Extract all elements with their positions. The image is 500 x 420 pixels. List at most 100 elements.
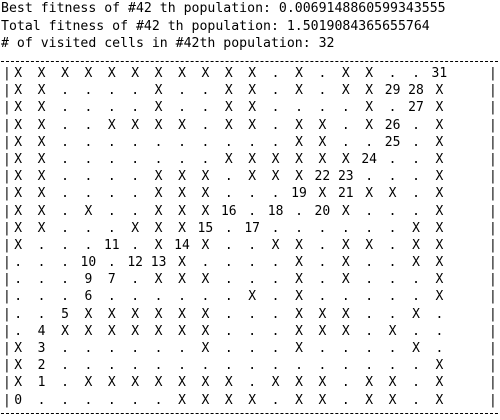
grid-cell: .	[365, 272, 374, 288]
grid-cell: .	[14, 255, 23, 271]
grid-row: | X X.... X.. X X.... X. 27 X |	[0, 99, 500, 116]
grid-cell: 1	[37, 375, 46, 391]
grid-cell: X	[107, 375, 116, 391]
grid-cell: .	[201, 289, 210, 305]
grid-cell: X	[84, 323, 93, 339]
grid-cell: .	[318, 289, 327, 305]
grid-cell: .	[84, 151, 93, 167]
grid-cell: X	[14, 66, 23, 81]
grid-cell: .	[295, 358, 303, 374]
grid-right-border: |	[489, 306, 497, 322]
grid-cell: .	[388, 151, 397, 167]
grid-cell: .	[412, 289, 420, 305]
grid-cell: 20	[314, 203, 331, 219]
grid-cell: .	[224, 272, 233, 288]
grid-cell: X	[14, 203, 23, 219]
population-grid: | X X X X X X X X X X X. X. X X.. 31 | | X X.... X.. X X. X. X X 2…	[0, 65, 500, 410]
grid-cell: X	[201, 237, 210, 253]
grid-cell: X	[435, 151, 444, 167]
grid-cell: X	[201, 66, 210, 81]
grid-cell: .	[271, 272, 280, 288]
grid-cell: X	[14, 169, 23, 185]
grid-row: | X X....... X X X X X X 24.. X |	[0, 151, 500, 168]
grid-cell: .	[61, 203, 69, 219]
grid-cell: 9	[84, 272, 93, 288]
grid-cell: X	[365, 375, 374, 391]
grid-cell: .	[84, 169, 93, 185]
grid-cell: .	[341, 358, 350, 374]
grid-cell: X	[107, 323, 116, 339]
grid-row: |.. 5 X X X X X X... X X X.. X. |	[0, 306, 500, 323]
grid-cell: X	[318, 323, 327, 339]
grid-cell: X	[201, 272, 210, 288]
grid-cell: X	[201, 375, 210, 391]
grid-cell: .	[61, 375, 69, 391]
grid-right-border: |	[489, 341, 497, 356]
grid-cell: X	[107, 306, 116, 322]
grid-cell: .	[412, 323, 420, 339]
grid-cell: .	[271, 341, 280, 356]
grid-cell: .	[107, 203, 116, 219]
grid-cell: X	[178, 375, 186, 391]
grid-cell: X	[271, 151, 280, 167]
grid-cell: X	[154, 203, 163, 219]
grid-cell: X	[248, 66, 257, 81]
grid-cell: .	[412, 186, 420, 202]
grid-cell: .	[271, 255, 280, 271]
grid-cell: .	[37, 237, 46, 253]
grid-cell: .	[154, 134, 163, 150]
grid-cell: X	[201, 323, 210, 339]
grid-cell: X	[131, 220, 140, 236]
grid-cell: .	[14, 306, 23, 322]
grid-cell: .	[341, 220, 350, 236]
grid-cell: .	[318, 358, 327, 374]
grid-cell: .	[271, 306, 280, 322]
grid-right-border: |	[489, 358, 497, 374]
grid-cell: 6	[84, 289, 93, 305]
grid-cell: X	[131, 117, 140, 133]
grid-cell: X	[388, 392, 397, 408]
grid-cell: .	[201, 100, 210, 116]
grid-cell: .	[154, 358, 163, 374]
grid-cell: X	[388, 186, 397, 202]
bottom-dashed-divider	[1, 413, 498, 414]
grid-cell: X	[365, 186, 374, 202]
grid-cell: X	[178, 169, 186, 185]
grid-cell: X	[84, 66, 93, 81]
grid-right-border: |	[489, 237, 497, 253]
grid-cell: .	[271, 117, 280, 133]
grid-cell: X	[154, 272, 163, 288]
grid-cell: .	[131, 341, 140, 356]
grid-cell: 2	[37, 358, 46, 374]
grid-cell: X	[14, 341, 23, 356]
grid-cell: .	[365, 358, 374, 374]
grid-cell: X	[318, 151, 327, 167]
grid-cell: 11	[103, 237, 120, 253]
grid-cell: .	[201, 255, 210, 271]
grid-cell: X	[318, 117, 327, 133]
grid-cell: X	[178, 306, 186, 322]
grid-cell: .	[154, 289, 163, 305]
grid-cell: .	[318, 83, 327, 99]
grid-cell: .	[341, 134, 350, 150]
grid-cell: X	[154, 100, 163, 116]
grid-row: |... 6...... X. X..... X |	[0, 288, 500, 305]
grid-cell: .	[412, 392, 420, 408]
grid-cell: X	[295, 323, 303, 339]
grid-cell: X	[295, 151, 303, 167]
grid-cell: X	[295, 341, 303, 356]
grid-cell: .	[61, 237, 69, 253]
grid-right-border: |	[489, 151, 497, 167]
grid-cell: .	[107, 186, 116, 202]
grid-cell: .	[131, 358, 140, 374]
grid-cell: .	[201, 134, 210, 150]
grid-cell: X	[131, 375, 140, 391]
grid-cell: .	[224, 134, 233, 150]
grid-cell: .	[107, 151, 116, 167]
grid-cell: X	[271, 169, 280, 185]
grid-cell: .	[61, 83, 69, 99]
grid-cell: X	[107, 66, 116, 81]
grid-cell: .	[388, 358, 397, 374]
grid-cell: X	[37, 220, 46, 236]
grid-right-border: |	[489, 83, 497, 99]
